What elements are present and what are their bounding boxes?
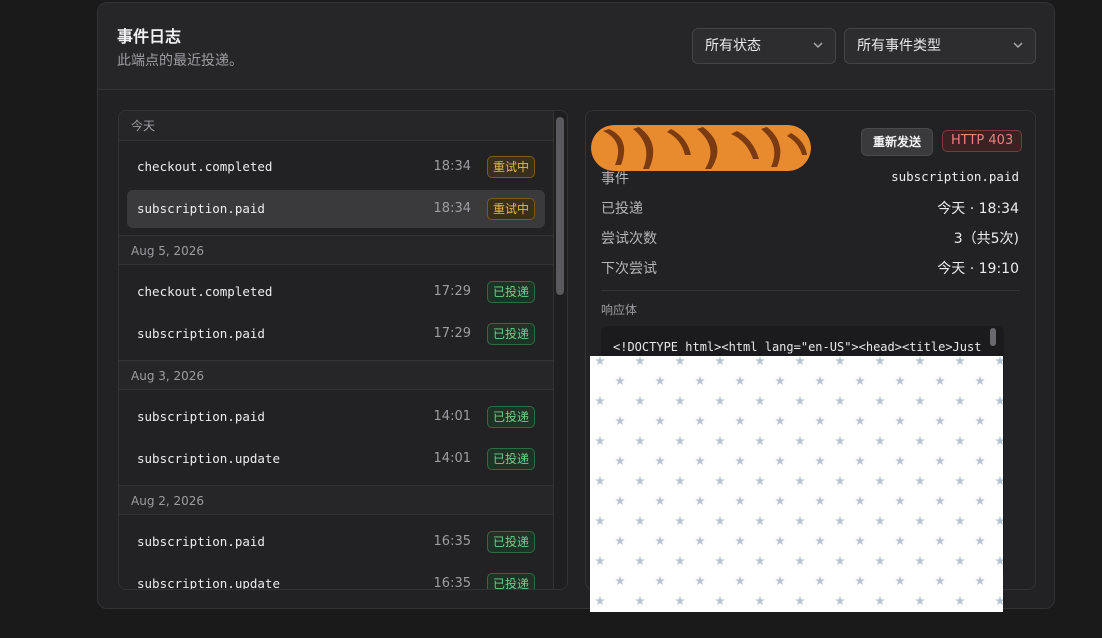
page-subtitle: 此端点的最近投递。 bbox=[117, 53, 243, 69]
field-value-next-attempt: 今天 · 19:10 bbox=[937, 261, 1019, 277]
chevron-down-icon bbox=[813, 29, 823, 76]
event-list: 今天 checkout.completed 18:34 重试中 subscrip… bbox=[118, 110, 568, 590]
event-time: 14:01 bbox=[433, 409, 471, 424]
list-scrollbar-thumb[interactable] bbox=[556, 117, 564, 295]
status-badge: 已投递 bbox=[486, 323, 535, 345]
field-value-attempts: 3（共5次) bbox=[953, 231, 1019, 247]
group-header: 今天 bbox=[119, 111, 553, 141]
event-row[interactable]: checkout.completed 17:29 已投递 bbox=[127, 273, 545, 311]
response-body-text: <!DOCTYPE html><html lang="en-US"><head>… bbox=[613, 340, 982, 354]
status-badge: 已投递 bbox=[486, 406, 535, 428]
status-filter-select[interactable]: 所有状态 bbox=[692, 28, 836, 64]
field-value-event: subscription.paid bbox=[891, 169, 1019, 184]
field-value-delivered: 今天 · 18:34 bbox=[937, 201, 1019, 217]
response-scrollbar-thumb[interactable] bbox=[990, 328, 996, 346]
status-badge: 重试中 bbox=[486, 198, 535, 220]
event-name: subscription.paid bbox=[137, 326, 265, 341]
event-name: checkout.completed bbox=[137, 159, 273, 174]
page-title: 事件日志 bbox=[117, 27, 182, 46]
event-time: 16:35 bbox=[433, 534, 471, 549]
event-name: subscription.paid bbox=[137, 534, 265, 549]
resend-button[interactable]: 重新发送 bbox=[861, 128, 934, 156]
event-name: checkout.completed bbox=[137, 284, 273, 299]
redacted-tiger-stripe-image bbox=[591, 125, 811, 171]
group-header: Aug 5, 2026 bbox=[119, 235, 553, 265]
field-label-next-attempt: 下次尝试 bbox=[601, 261, 657, 277]
group-header: Aug 2, 2026 bbox=[119, 485, 553, 515]
event-row[interactable]: subscription.paid 16:35 已投递 bbox=[127, 523, 545, 561]
status-filter-value: 所有状态 bbox=[705, 38, 761, 54]
event-type-filter-value: 所有事件类型 bbox=[857, 38, 941, 54]
event-row[interactable]: subscription.update 14:01 已投递 bbox=[127, 440, 545, 478]
event-name: subscription.paid bbox=[137, 201, 265, 216]
status-badge: 已投递 bbox=[486, 281, 535, 303]
event-time: 18:34 bbox=[433, 159, 471, 174]
event-time: 16:35 bbox=[433, 576, 471, 590]
status-badge: 已投递 bbox=[486, 531, 535, 553]
event-time: 14:01 bbox=[433, 451, 471, 466]
event-row[interactable]: subscription.paid 17:29 已投递 bbox=[127, 315, 545, 353]
group-header: Aug 3, 2026 bbox=[119, 360, 553, 390]
event-name: subscription.paid bbox=[137, 409, 265, 424]
event-row-selected[interactable]: subscription.paid 18:34 重试中 bbox=[127, 190, 545, 228]
event-row[interactable]: checkout.completed 18:34 重试中 bbox=[127, 148, 545, 186]
panel-header: 事件日志 此端点的最近投递。 所有状态 所有事件类型 bbox=[98, 3, 1054, 90]
chevron-down-icon bbox=[1013, 29, 1023, 76]
event-time: 17:29 bbox=[433, 326, 471, 341]
event-type-filter-select[interactable]: 所有事件类型 bbox=[844, 28, 1036, 64]
response-body-label: 响应体 bbox=[601, 303, 638, 317]
list-scrollbar[interactable] bbox=[553, 111, 567, 589]
divider bbox=[601, 290, 1020, 291]
event-name: subscription.update bbox=[137, 576, 280, 590]
field-label-event: 事件 bbox=[601, 171, 629, 187]
field-label-attempts: 尝试次数 bbox=[601, 231, 657, 247]
star-pattern-overlay-image bbox=[590, 356, 1003, 612]
status-badge: 已投递 bbox=[486, 448, 535, 470]
http-status-badge: HTTP 403 bbox=[942, 130, 1023, 152]
event-row[interactable]: subscription.paid 14:01 已投递 bbox=[127, 398, 545, 436]
status-badge: 重试中 bbox=[486, 156, 535, 178]
field-label-delivered: 已投递 bbox=[601, 201, 643, 217]
event-name: subscription.update bbox=[137, 451, 280, 466]
event-time: 18:34 bbox=[433, 201, 471, 216]
status-badge: 已投递 bbox=[486, 573, 535, 589]
event-time: 17:29 bbox=[433, 284, 471, 299]
event-row[interactable]: subscription.update 16:35 已投递 bbox=[127, 565, 545, 590]
